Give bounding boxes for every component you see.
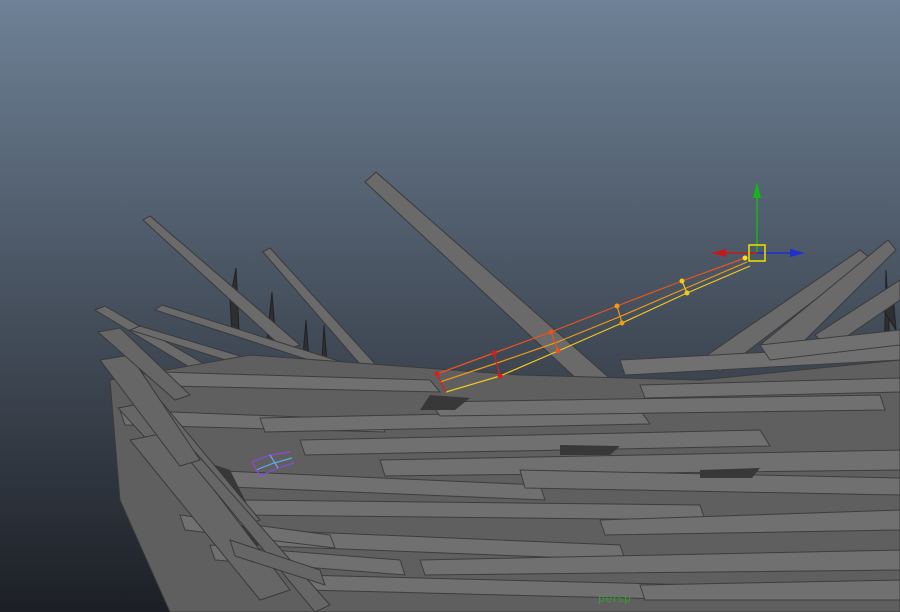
viewport-panel[interactable]: persp (0, 0, 900, 612)
camera-name-label: persp (598, 592, 632, 605)
perspective-scene[interactable] (0, 0, 900, 612)
